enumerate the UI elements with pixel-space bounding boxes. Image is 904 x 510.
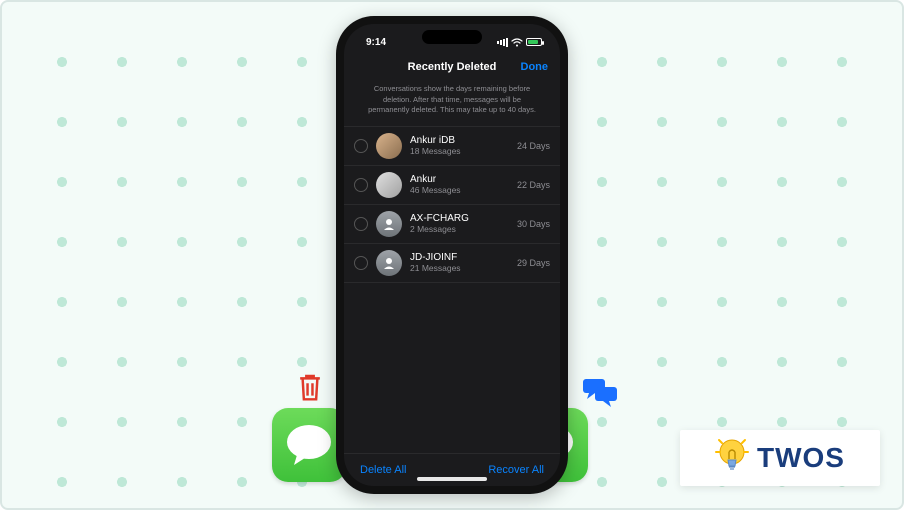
wifi-icon [511, 38, 523, 47]
conversation-message-count: 46 Messages [410, 185, 509, 195]
conversation-name: AX-FCHARG [410, 213, 509, 224]
conversation-list: Ankur iDB18 Messages 24 Days Ankur46 Messa… [344, 126, 560, 290]
phone-mockup: 9:14 Recently Deleted Done Conversations… [336, 16, 568, 494]
recover-all-button[interactable]: Recover All [488, 464, 544, 476]
select-circle[interactable] [354, 178, 368, 192]
info-text: Conversations show the days remaining be… [344, 80, 560, 126]
row-main: Ankur46 Messages [410, 174, 509, 195]
chat-bubbles-icon [581, 377, 619, 412]
trash-icon [295, 371, 325, 408]
avatar [376, 133, 402, 159]
avatar [376, 211, 402, 237]
page-title: Recently Deleted [408, 61, 497, 73]
avatar [376, 172, 402, 198]
row-main: AX-FCHARG2 Messages [410, 213, 509, 234]
conversation-name: Ankur iDB [410, 135, 509, 146]
days-remaining: 24 Days [517, 141, 550, 151]
signal-icon [496, 38, 508, 47]
status-indicators [496, 38, 542, 47]
row-main: Ankur iDB18 Messages [410, 135, 509, 156]
status-time: 9:14 [366, 37, 386, 48]
done-button[interactable]: Done [521, 61, 549, 73]
conversation-row[interactable]: JD-JIOINF21 Messages 29 Days [344, 243, 560, 282]
bottom-toolbar: Delete All Recover All [344, 453, 560, 486]
avatar [376, 250, 402, 276]
home-indicator [417, 477, 487, 481]
conversation-message-count: 21 Messages [410, 263, 509, 273]
logo-text: TWOS [757, 442, 845, 474]
row-main: JD-JIOINF21 Messages [410, 252, 509, 273]
conversation-row[interactable]: Ankur46 Messages 22 Days [344, 165, 560, 204]
logo-badge: TWOS [680, 430, 880, 486]
lightbulb-icon [715, 436, 749, 480]
select-circle[interactable] [354, 256, 368, 270]
nav-bar: Recently Deleted Done [344, 54, 560, 80]
conversation-row[interactable]: AX-FCHARG2 Messages 30 Days [344, 204, 560, 243]
conversation-message-count: 18 Messages [410, 146, 509, 156]
battery-icon [526, 38, 542, 46]
conversation-name: Ankur [410, 174, 509, 185]
conversation-name: JD-JIOINF [410, 252, 509, 263]
days-remaining: 29 Days [517, 258, 550, 268]
conversation-row[interactable]: 👽Maa & Maybe: Ankur…3 Messages29 Days [344, 282, 560, 290]
messages-app-icon [272, 408, 346, 482]
page-canvas: 9:14 Recently Deleted Done Conversations… [0, 0, 904, 510]
days-remaining: 22 Days [517, 180, 550, 190]
conversation-row[interactable]: Ankur iDB18 Messages 24 Days [344, 126, 560, 165]
select-circle[interactable] [354, 217, 368, 231]
days-remaining: 30 Days [517, 219, 550, 229]
delete-all-button[interactable]: Delete All [360, 464, 406, 476]
conversation-message-count: 2 Messages [410, 224, 509, 234]
phone-screen: 9:14 Recently Deleted Done Conversations… [344, 24, 560, 486]
select-circle[interactable] [354, 139, 368, 153]
dynamic-island [422, 30, 482, 44]
